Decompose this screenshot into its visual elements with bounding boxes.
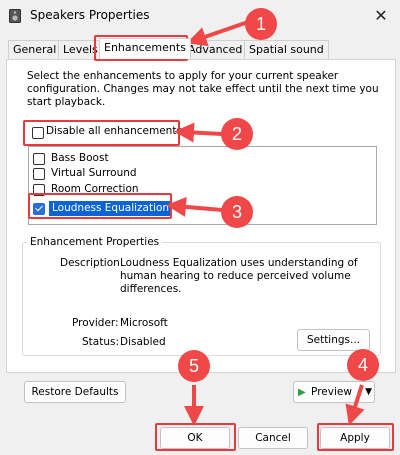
- callout-5: 5: [178, 350, 210, 382]
- arrow-2-icon: [174, 122, 223, 143]
- callout-4: 4: [347, 349, 379, 381]
- arrow-4-icon: [345, 384, 365, 426]
- arrow-3-icon: [166, 196, 223, 217]
- arrow-1-icon: [186, 20, 249, 47]
- callout-2: 2: [221, 118, 253, 150]
- callout-1: 1: [245, 8, 277, 40]
- callout-3: 3: [221, 196, 253, 228]
- tab-enhancements[interactable]: Enhancements: [99, 38, 191, 59]
- annotation-arrows: [166, 20, 365, 426]
